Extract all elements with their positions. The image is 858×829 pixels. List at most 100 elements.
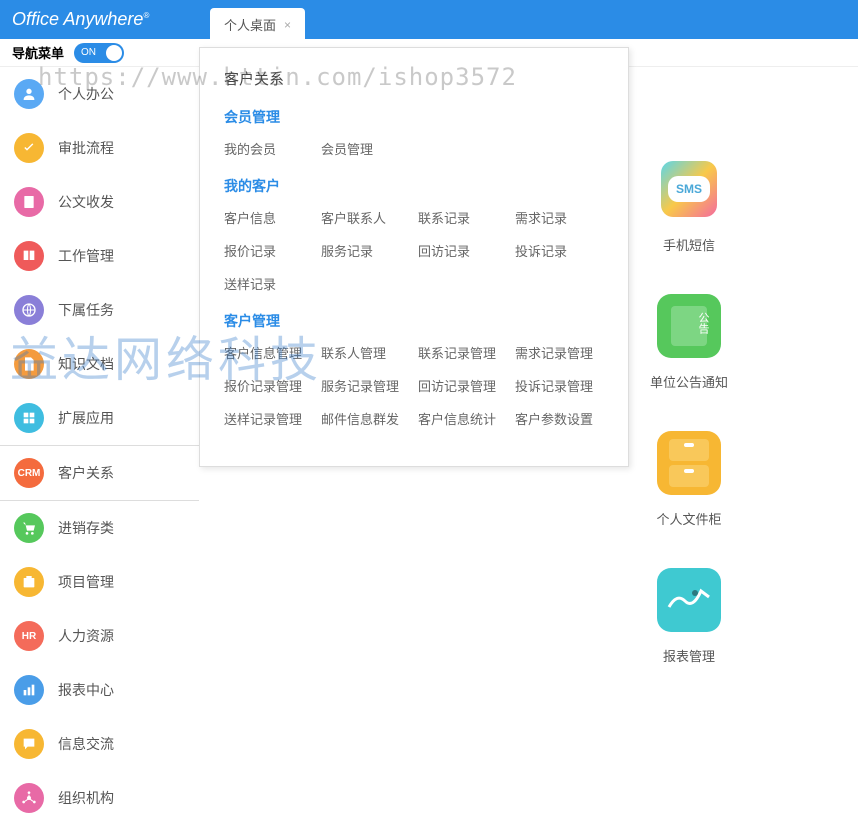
- flyout-link[interactable]: 客户信息管理: [224, 343, 313, 362]
- sidebar-item-label: 工作管理: [58, 246, 114, 266]
- sidebar-item-7[interactable]: CRM 客户关系: [0, 445, 199, 501]
- flyout-link[interactable]: 客户信息: [224, 208, 313, 227]
- sidebar-item-label: 人力资源: [58, 626, 114, 646]
- content-area: SMS 手机短信公告单位公告通知个人文件柜报表管理: [629, 67, 858, 665]
- chart-icon: [14, 675, 44, 705]
- sidebar-item-label: 知识文档: [58, 354, 114, 374]
- app-label: 手机短信: [663, 235, 715, 254]
- flyout-link[interactable]: 联系记录: [418, 208, 507, 227]
- report-icon: [657, 568, 721, 632]
- sidebar-item-10[interactable]: HR 人力资源: [0, 609, 199, 663]
- sidebar-item-3[interactable]: 工作管理: [0, 229, 199, 283]
- sidebar-item-label: 组织机构: [58, 788, 114, 808]
- sidebar-item-label: 报表中心: [58, 680, 114, 700]
- chat-icon: [14, 729, 44, 759]
- app-sms[interactable]: SMS 手机短信: [649, 157, 729, 254]
- flyout-link[interactable]: 客户联系人: [321, 208, 410, 227]
- header: Office Anywhere®: [0, 0, 858, 39]
- book-icon: [14, 241, 44, 271]
- globe-icon: [14, 295, 44, 325]
- cabinet-icon: [657, 431, 721, 495]
- app-report[interactable]: 报表管理: [649, 568, 729, 665]
- flyout-link[interactable]: 回访记录: [418, 241, 507, 260]
- sidebar-item-label: 审批流程: [58, 138, 114, 158]
- app-label: 单位公告通知: [650, 372, 728, 391]
- flyout-link[interactable]: 需求记录: [515, 208, 604, 227]
- flyout-link-grid: 客户信息管理联系人管理联系记录管理需求记录管理报价记录管理服务记录管理回访记录管…: [224, 343, 604, 428]
- sidebar-item-5[interactable]: 知识文档: [0, 337, 199, 391]
- nav-menu-label: 导航菜单: [12, 43, 64, 62]
- sms-icon: SMS: [657, 157, 721, 221]
- sidebar-item-label: 客户关系: [58, 463, 114, 483]
- sidebar-item-4[interactable]: 下属任务: [0, 283, 199, 337]
- org-icon: [14, 783, 44, 813]
- flyout-heading: 客户管理: [224, 311, 604, 331]
- flyout-link[interactable]: 投诉记录: [515, 241, 604, 260]
- sidebar: 个人办公审批流程公文收发工作管理下属任务知识文档扩展应用 CRM 客户关系进销存类项…: [0, 67, 199, 829]
- flyout-heading: 我的客户: [224, 176, 604, 196]
- flyout-link[interactable]: 送样记录: [224, 274, 313, 293]
- flyout-link-grid: 客户信息客户联系人联系记录需求记录报价记录服务记录回访记录投诉记录送样记录: [224, 208, 604, 293]
- sidebar-item-9[interactable]: 项目管理: [0, 555, 199, 609]
- cart-icon: [14, 513, 44, 543]
- flyout-link[interactable]: 报价记录管理: [224, 376, 313, 395]
- app-label: 个人文件柜: [656, 509, 721, 528]
- flyout-link[interactable]: 联系记录管理: [418, 343, 507, 362]
- doc-icon: [14, 187, 44, 217]
- sidebar-item-14[interactable]: 附件程序: [0, 825, 199, 829]
- nav-toggle[interactable]: ON: [74, 43, 124, 63]
- flyout-link[interactable]: 投诉记录管理: [515, 376, 604, 395]
- flyout-section: 客户管理客户信息管理联系人管理联系记录管理需求记录管理报价记录管理服务记录管理回…: [224, 311, 604, 428]
- sidebar-item-8[interactable]: 进销存类: [0, 501, 199, 555]
- sidebar-item-6[interactable]: 扩展应用: [0, 391, 199, 445]
- flyout-link[interactable]: 服务记录管理: [321, 376, 410, 395]
- flyout-link[interactable]: 客户参数设置: [515, 409, 604, 428]
- sidebar-item-11[interactable]: 报表中心: [0, 663, 199, 717]
- toggle-knob: [106, 45, 122, 61]
- sidebar-item-label: 个人办公: [58, 84, 114, 104]
- flyout-link[interactable]: 报价记录: [224, 241, 313, 260]
- crm-icon: CRM: [14, 458, 44, 488]
- flyout-link[interactable]: 我的会员: [224, 139, 313, 158]
- check-icon: [14, 133, 44, 163]
- tab-label: 个人桌面: [224, 15, 276, 34]
- flyout-section: 会员管理我的会员会员管理: [224, 107, 604, 158]
- sidebar-item-1[interactable]: 审批流程: [0, 121, 199, 175]
- user-icon: [14, 79, 44, 109]
- flyout-link[interactable]: 会员管理: [321, 139, 410, 158]
- sidebar-item-label: 扩展应用: [58, 408, 114, 428]
- sidebar-item-2[interactable]: 公文收发: [0, 175, 199, 229]
- app-grid: SMS 手机短信公告单位公告通知个人文件柜报表管理: [629, 157, 858, 665]
- sidebar-item-label: 信息交流: [58, 734, 114, 754]
- flyout-link[interactable]: 送样记录管理: [224, 409, 313, 428]
- sidebar-item-label: 公文收发: [58, 192, 114, 212]
- toggle-state: ON: [81, 47, 96, 58]
- close-icon[interactable]: ×: [284, 18, 291, 32]
- tab-personal-desktop[interactable]: 个人桌面 ×: [210, 8, 305, 41]
- flyout-link[interactable]: 回访记录管理: [418, 376, 507, 395]
- flyout-link[interactable]: 客户信息统计: [418, 409, 507, 428]
- app-logo: Office Anywhere®: [12, 9, 149, 30]
- sidebar-item-12[interactable]: 信息交流: [0, 717, 199, 771]
- flyout-link[interactable]: 联系人管理: [321, 343, 410, 362]
- notice-icon: 公告: [657, 294, 721, 358]
- file-icon: [14, 349, 44, 379]
- hr-icon: HR: [14, 621, 44, 651]
- sidebar-item-13[interactable]: 组织机构: [0, 771, 199, 825]
- flyout-heading: 会员管理: [224, 107, 604, 127]
- sidebar-item-label: 进销存类: [58, 518, 114, 538]
- flyout-link[interactable]: 需求记录管理: [515, 343, 604, 362]
- app-notice[interactable]: 公告单位公告通知: [649, 294, 729, 391]
- grid-icon: [14, 403, 44, 433]
- tab-bar: 个人桌面 ×: [210, 8, 305, 41]
- sidebar-item-0[interactable]: 个人办公: [0, 67, 199, 121]
- flyout-link-grid: 我的会员会员管理: [224, 139, 604, 158]
- app-label: 报表管理: [663, 646, 715, 665]
- flyout-section: 我的客户客户信息客户联系人联系记录需求记录报价记录服务记录回访记录投诉记录送样记…: [224, 176, 604, 293]
- flyout-title: 客户关系: [224, 68, 604, 89]
- proj-icon: [14, 567, 44, 597]
- flyout-link[interactable]: 服务记录: [321, 241, 410, 260]
- flyout-link[interactable]: 邮件信息群发: [321, 409, 410, 428]
- flyout-panel: 客户关系 会员管理我的会员会员管理我的客户客户信息客户联系人联系记录需求记录报价…: [199, 47, 629, 467]
- app-cabinet[interactable]: 个人文件柜: [649, 431, 729, 528]
